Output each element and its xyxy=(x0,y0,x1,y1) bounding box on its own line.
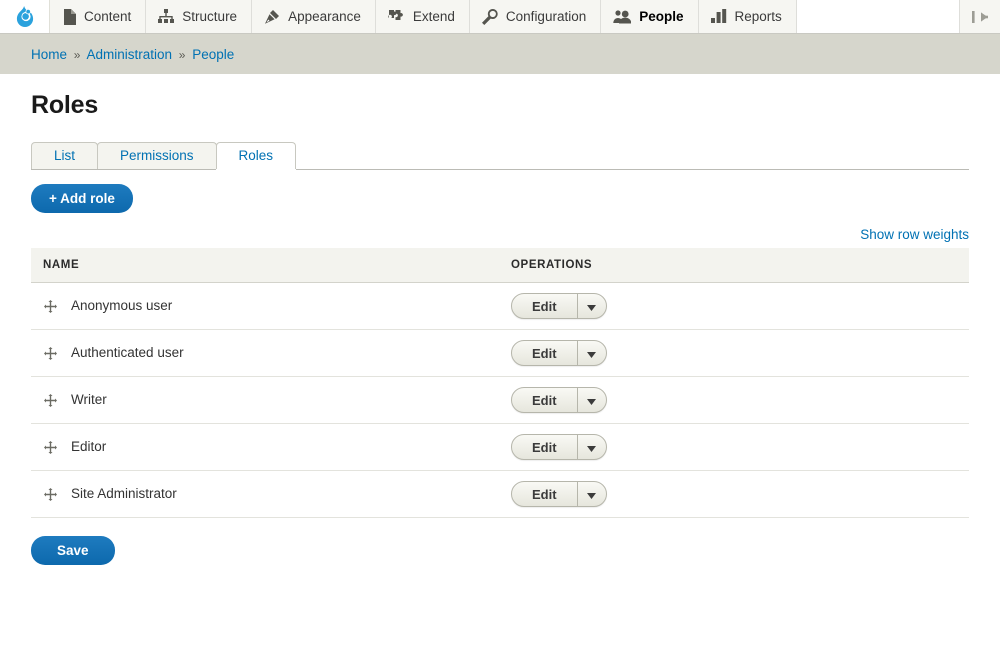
toolbar-item-label: Content xyxy=(84,9,132,24)
role-name: Site Administrator xyxy=(71,486,177,502)
chevron-down-icon xyxy=(587,440,597,455)
chevron-down-icon xyxy=(587,346,597,361)
role-name: Authenticated user xyxy=(71,345,184,361)
breadcrumb-item-people[interactable]: People xyxy=(192,47,234,62)
toolbar-item-label: Structure xyxy=(182,9,238,24)
breadcrumb-band: Home » Administration » People xyxy=(0,34,1000,74)
column-header-name: NAME xyxy=(31,248,499,283)
drupal-logo[interactable] xyxy=(0,0,50,33)
bar-chart-icon xyxy=(710,9,727,24)
drag-handle-icon[interactable] xyxy=(43,299,57,313)
chevron-down-icon xyxy=(587,299,597,314)
tab-list[interactable]: List xyxy=(31,142,99,169)
collapse-toolbar-icon xyxy=(970,10,990,24)
role-name-cell: Anonymous user xyxy=(31,282,499,330)
toolbar-item-content[interactable]: Content xyxy=(50,0,147,33)
drag-handle-icon[interactable] xyxy=(43,440,57,454)
page-content: Roles List Permissions Roles + Add role … xyxy=(0,91,1000,565)
column-header-operations: OPERATIONS xyxy=(499,248,969,283)
table-body: Anonymous user Edit Authenticated user E… xyxy=(31,282,969,518)
operations-dropbutton: Edit xyxy=(511,340,607,366)
toolbar-item-label: Reports xyxy=(734,9,782,24)
show-row-weights-container: Show row weights xyxy=(31,227,969,242)
toolbar-item-appearance[interactable]: Appearance xyxy=(252,0,376,33)
toolbar-spacer xyxy=(796,0,960,33)
puzzle-piece-icon xyxy=(388,9,405,24)
role-name-cell: Editor xyxy=(31,423,499,471)
people-icon xyxy=(613,9,632,24)
actions-bar: + Add role xyxy=(31,184,969,213)
wrench-icon xyxy=(481,8,498,25)
role-operations-cell: Edit xyxy=(499,423,969,471)
toolbar-item-extend[interactable]: Extend xyxy=(375,0,470,33)
table-row: Writer Edit xyxy=(31,376,969,424)
toolbar-item-structure[interactable]: Structure xyxy=(146,0,253,33)
role-operations-cell: Edit xyxy=(499,282,969,330)
role-operations-cell: Edit xyxy=(499,376,969,424)
role-name: Editor xyxy=(71,439,107,455)
dropbutton-toggle-button[interactable] xyxy=(578,294,606,318)
show-row-weights-link[interactable]: Show row weights xyxy=(860,227,969,242)
tab-roles[interactable]: Roles xyxy=(215,142,297,169)
chevron-down-icon xyxy=(587,487,597,502)
dropbutton-toggle-button[interactable] xyxy=(578,482,606,506)
role-name-cell: Writer xyxy=(31,376,499,424)
save-button[interactable]: Save xyxy=(31,536,115,565)
operations-dropbutton: Edit xyxy=(511,481,607,507)
document-icon xyxy=(62,8,76,25)
edit-button[interactable]: Edit xyxy=(512,435,578,459)
toolbar-item-label: Extend xyxy=(412,9,455,24)
edit-button[interactable]: Edit xyxy=(512,482,578,506)
breadcrumb-item-home[interactable]: Home xyxy=(31,47,67,62)
table-row: Editor Edit xyxy=(31,423,969,471)
toolbar-item-label: Appearance xyxy=(288,9,361,24)
chevron-down-icon xyxy=(587,393,597,408)
hierarchy-icon xyxy=(158,9,175,24)
operations-dropbutton: Edit xyxy=(511,434,607,460)
role-name-cell: Site Administrator xyxy=(31,470,499,518)
toolbar-item-label: Configuration xyxy=(505,9,587,24)
breadcrumb-separator: » xyxy=(73,47,81,62)
role-name-cell: Authenticated user xyxy=(31,329,499,377)
toolbar-item-people[interactable]: People xyxy=(601,0,699,33)
page-title: Roles xyxy=(31,91,99,119)
tab-permissions[interactable]: Permissions xyxy=(97,142,217,169)
roles-table: NAME OPERATIONS Anonymous user Edit Auth… xyxy=(31,248,969,518)
table-row: Authenticated user Edit xyxy=(31,329,969,377)
edit-button[interactable]: Edit xyxy=(512,341,578,365)
drag-handle-icon[interactable] xyxy=(43,346,57,360)
toolbar-item-reports[interactable]: Reports xyxy=(698,0,797,33)
add-role-button[interactable]: + Add role xyxy=(31,184,133,213)
local-tasks-tabs: List Permissions Roles xyxy=(31,142,969,170)
role-name: Anonymous user xyxy=(71,298,173,314)
breadcrumb-separator: » xyxy=(178,47,186,62)
table-row: Anonymous user Edit xyxy=(31,282,969,330)
role-operations-cell: Edit xyxy=(499,329,969,377)
toolbar-item-label: People xyxy=(639,9,684,24)
operations-dropbutton: Edit xyxy=(511,293,607,319)
form-actions: Save xyxy=(31,536,969,565)
role-name: Writer xyxy=(71,392,107,408)
collapse-toolbar-button[interactable] xyxy=(960,0,1000,33)
toolbar-item-configuration[interactable]: Configuration xyxy=(469,0,602,33)
dropbutton-toggle-button[interactable] xyxy=(578,341,606,365)
table-head: NAME OPERATIONS xyxy=(31,248,969,283)
dropbutton-toggle-button[interactable] xyxy=(578,388,606,412)
edit-button[interactable]: Edit xyxy=(512,388,578,412)
edit-button[interactable]: Edit xyxy=(512,294,578,318)
role-operations-cell: Edit xyxy=(499,470,969,518)
table-row: Site Administrator Edit xyxy=(31,470,969,518)
paintbrush-icon xyxy=(264,9,280,25)
dropbutton-toggle-button[interactable] xyxy=(578,435,606,459)
drag-handle-icon[interactable] xyxy=(43,487,57,501)
breadcrumb-item-administration[interactable]: Administration xyxy=(86,47,172,62)
drag-handle-icon[interactable] xyxy=(43,393,57,407)
admin-toolbar: Content Structure Appearance Extend Conf… xyxy=(0,0,1000,34)
operations-dropbutton: Edit xyxy=(511,387,607,413)
breadcrumb: Home » Administration » People xyxy=(31,47,234,62)
table-header-row: NAME OPERATIONS xyxy=(31,248,969,283)
